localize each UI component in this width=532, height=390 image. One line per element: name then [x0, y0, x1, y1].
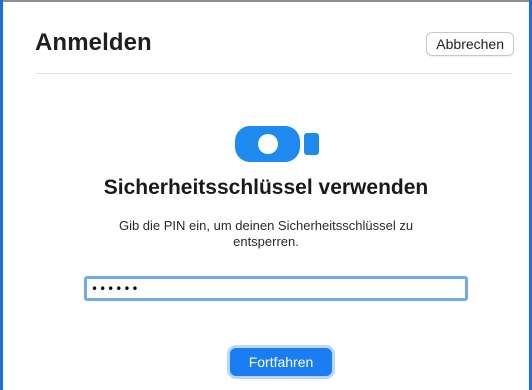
dialog-heading: Sicherheitsschlüssel verwenden	[103, 176, 429, 199]
header-divider	[35, 73, 512, 74]
cancel-button[interactable]: Abbrechen	[426, 32, 514, 56]
dialog-description: Gib die PIN ein, um deinen Sicherheitssc…	[118, 218, 414, 249]
security-key-icon	[235, 126, 319, 162]
window-edge-left	[0, 0, 3, 390]
pin-input[interactable]	[84, 276, 468, 301]
continue-button[interactable]: Fortfahren	[230, 348, 332, 376]
dialog-title: Anmelden	[35, 29, 152, 56]
dialog-window: Anmelden Abbrechen Sicherheitsschlüssel …	[0, 0, 532, 388]
